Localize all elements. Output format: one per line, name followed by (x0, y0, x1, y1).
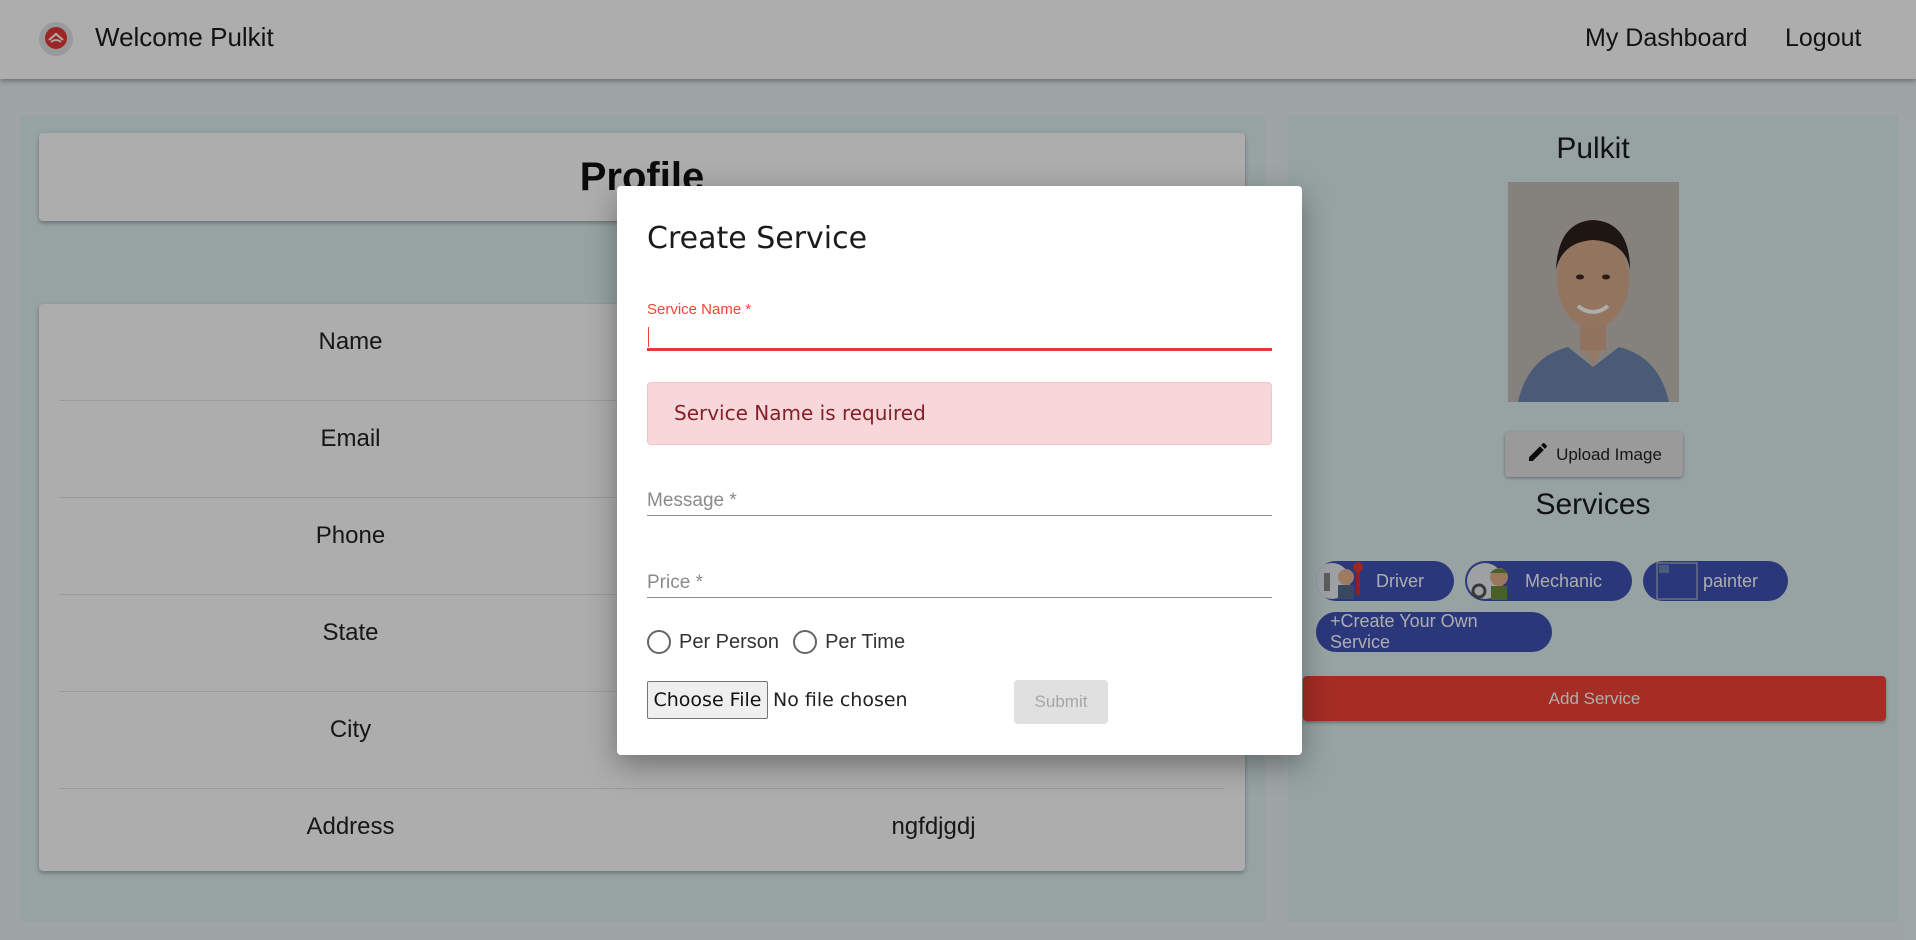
dialog-title: Create Service (647, 221, 868, 256)
error-alert: Service Name is required (647, 382, 1272, 445)
submit-button[interactable]: Submit (1014, 680, 1108, 724)
message-input[interactable] (647, 486, 1272, 516)
price-input[interactable] (647, 568, 1272, 598)
pricing-radio-group: Per Person Per Time (647, 630, 911, 654)
service-name-label: Service Name * (647, 301, 752, 318)
per-time-radio[interactable] (793, 630, 818, 654)
per-person-label[interactable]: Per Person (679, 631, 779, 654)
per-time-label[interactable]: Per Time (825, 631, 905, 654)
per-person-radio[interactable] (647, 630, 671, 654)
choose-file-button[interactable]: Choose File (647, 681, 768, 719)
text-caret (648, 327, 649, 347)
service-name-input[interactable] (647, 321, 1272, 351)
file-status-text: No file chosen (773, 689, 908, 711)
create-service-dialog: Create Service Service Name * Service Na… (617, 186, 1302, 755)
